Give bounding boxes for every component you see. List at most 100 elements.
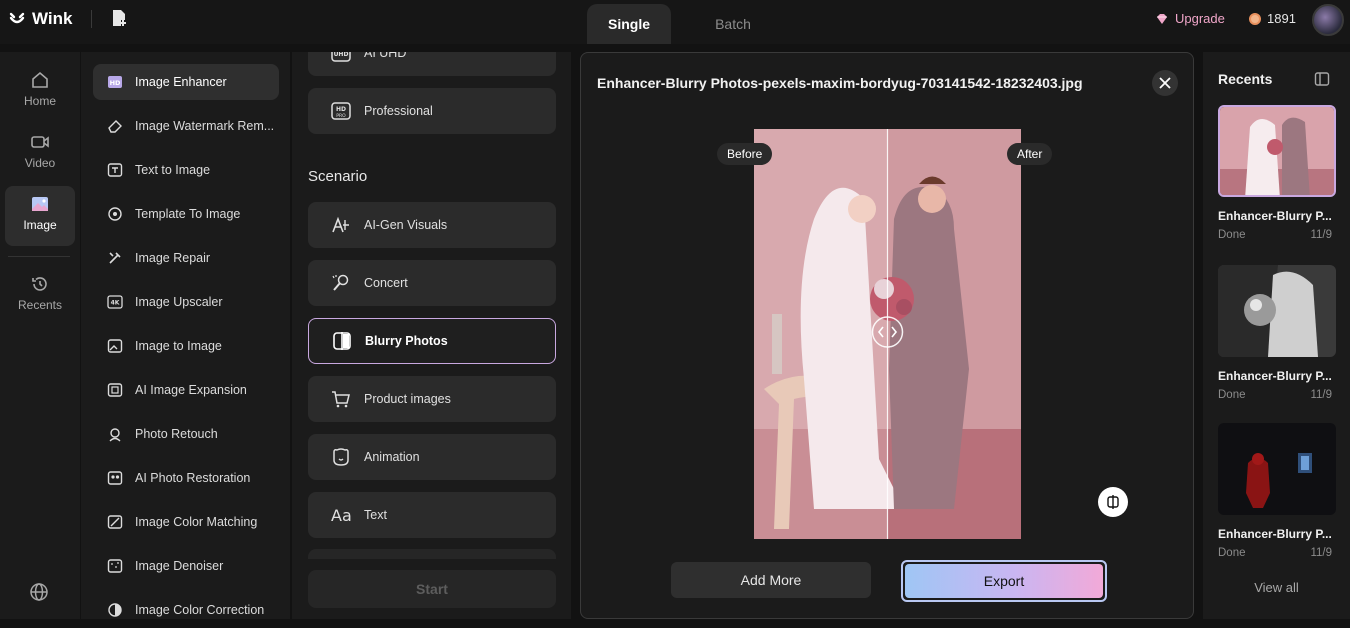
export-button[interactable]: Export <box>901 560 1107 602</box>
tool-label: Image Color Matching <box>135 515 258 529</box>
tool-label: Image Watermark Rem... <box>135 119 275 133</box>
cart-icon <box>330 388 352 410</box>
recent-status: Done <box>1218 547 1246 559</box>
video-icon <box>31 136 49 148</box>
bear-icon <box>330 446 352 468</box>
close-button[interactable] <box>1152 70 1178 96</box>
preview-panel: Enhancer-Blurry Photos-pexels-maxim-bord… <box>580 52 1194 619</box>
recent-date: 11/9 <box>1310 389 1332 401</box>
coin-balance[interactable]: 1891 <box>1249 11 1296 26</box>
tool-ai-photo-restoration[interactable]: AI Photo Restoration <box>93 460 279 496</box>
nav-recents[interactable]: Recents <box>5 266 75 326</box>
top-bar: Wink Single Batch Upgrade 1891 <box>0 0 1350 44</box>
tool-label: Image Denoiser <box>135 559 224 573</box>
recent-name: Enhancer-Blurry P... <box>1218 527 1332 541</box>
eraser-icon <box>107 118 123 134</box>
options-panel: UHD AI UHD HD PRO Professional Scenario A… <box>292 52 571 619</box>
upgrade-button[interactable]: Upgrade <box>1155 11 1225 26</box>
nav-image[interactable]: Image <box>5 186 75 246</box>
compare-toggle-button[interactable] <box>1098 487 1128 517</box>
tool-label: AI Photo Restoration <box>135 471 251 485</box>
tool-template-to-image[interactable]: Template To Image <box>93 196 279 232</box>
scenario-ai-gen-visuals[interactable]: AI-Gen Visuals <box>308 202 556 248</box>
tool-image-color-correction[interactable]: Image Color Correction <box>93 592 279 628</box>
wink-logo-icon <box>9 12 25 24</box>
wedding-thumbnail <box>1220 107 1334 195</box>
svg-text:HD: HD <box>110 79 121 87</box>
scenario-animation[interactable]: Animation <box>308 434 556 480</box>
split-compare-icon <box>1107 495 1119 509</box>
recent-item[interactable]: Enhancer-Blurry P... Done 11/9 <box>1218 423 1336 559</box>
scenario-text[interactable]: Aa Text <box>308 492 556 538</box>
nav-video[interactable]: Video <box>5 124 75 184</box>
coin-count: 1891 <box>1267 11 1296 26</box>
add-more-button[interactable]: Add More <box>671 562 871 598</box>
avatar[interactable] <box>1312 4 1344 36</box>
globe-icon[interactable] <box>29 582 49 602</box>
recent-date: 11/9 <box>1310 229 1332 241</box>
recent-thumbnail[interactable] <box>1218 423 1336 515</box>
tool-image-to-image[interactable]: Image to Image <box>93 328 279 364</box>
app-name: Wink <box>32 9 73 28</box>
mode-tabs: Single Batch <box>587 4 795 44</box>
tool-image-upscaler[interactable]: 4K Image Upscaler <box>93 284 279 320</box>
denoise-icon <box>107 558 123 574</box>
tool-image-repair[interactable]: Image Repair <box>93 240 279 276</box>
new-file-icon[interactable] <box>110 9 128 27</box>
wedding-photo <box>754 129 1021 539</box>
scenario-blurry-photos[interactable]: Blurry Photos <box>308 318 556 364</box>
export-label: Export <box>905 564 1103 598</box>
view-all-link[interactable]: View all <box>1203 580 1350 595</box>
collapse-panel-icon[interactable] <box>1314 71 1330 87</box>
tool-photo-retouch[interactable]: Photo Retouch <box>93 416 279 452</box>
microphone-icon <box>330 272 352 294</box>
recent-item[interactable]: Enhancer-Blurry P... Done 11/9 <box>1218 265 1336 401</box>
comparison-image[interactable] <box>754 129 1021 539</box>
template-icon <box>107 206 123 222</box>
recent-item[interactable]: Enhancer-Blurry P... Done 11/9 <box>1218 105 1336 241</box>
image-icon <box>32 197 48 211</box>
tool-image-color-matching[interactable]: Image Color Matching <box>93 504 279 540</box>
scenario-product-images[interactable]: Product images <box>308 376 556 422</box>
tool-list: HD Image Enhancer Image Watermark Rem...… <box>81 52 290 619</box>
svg-text:Aa: Aa <box>331 506 352 525</box>
scenario-concert[interactable]: Concert <box>308 260 556 306</box>
svg-text:4K: 4K <box>111 300 120 307</box>
nav-home[interactable]: Home <box>5 62 75 122</box>
image-to-image-icon <box>107 338 123 354</box>
dark-scene-thumbnail <box>1218 423 1336 515</box>
text-image-icon <box>107 162 123 178</box>
recent-thumbnail[interactable] <box>1218 265 1336 357</box>
expand-icon <box>107 382 123 398</box>
svg-text:PRO: PRO <box>336 113 346 119</box>
left-nav: Home Video Image Recents <box>0 52 80 619</box>
restoration-icon <box>107 470 123 486</box>
option-professional[interactable]: HD PRO Professional <box>308 88 556 134</box>
tool-label: Image Repair <box>135 251 211 265</box>
tab-single[interactable]: Single <box>587 4 671 44</box>
recent-status: Done <box>1218 389 1246 401</box>
nav-label: Home <box>23 94 56 108</box>
option-ai-uhd[interactable]: UHD AI UHD <box>308 52 556 76</box>
tool-watermark-remover[interactable]: Image Watermark Rem... <box>93 108 279 144</box>
tab-batch[interactable]: Batch <box>691 4 775 44</box>
tool-label: Photo Retouch <box>135 427 218 441</box>
start-button[interactable]: Start <box>308 570 556 608</box>
home-icon <box>32 71 48 88</box>
tool-ai-image-expansion[interactable]: AI Image Expansion <box>93 372 279 408</box>
file-name: Enhancer-Blurry Photos-pexels-maxim-bord… <box>597 75 1083 91</box>
tool-label: Image Color Correction <box>135 603 265 617</box>
recent-name: Enhancer-Blurry P... <box>1218 369 1332 383</box>
recent-status: Done <box>1218 229 1246 241</box>
blur-compare-icon <box>331 330 353 352</box>
app-logo[interactable]: Wink <box>8 9 72 29</box>
scenario-label: Concert <box>364 276 408 290</box>
recent-thumbnail[interactable] <box>1218 105 1336 197</box>
tool-text-to-image[interactable]: Text to Image <box>93 152 279 188</box>
tool-image-enhancer[interactable]: HD Image Enhancer <box>93 64 279 100</box>
ai-visual-icon <box>330 214 352 236</box>
tool-image-denoiser[interactable]: Image Denoiser <box>93 548 279 584</box>
option-label: AI UHD <box>364 52 407 60</box>
scenario-label: Text <box>364 508 387 522</box>
scenario-title: Scenario <box>308 168 368 185</box>
